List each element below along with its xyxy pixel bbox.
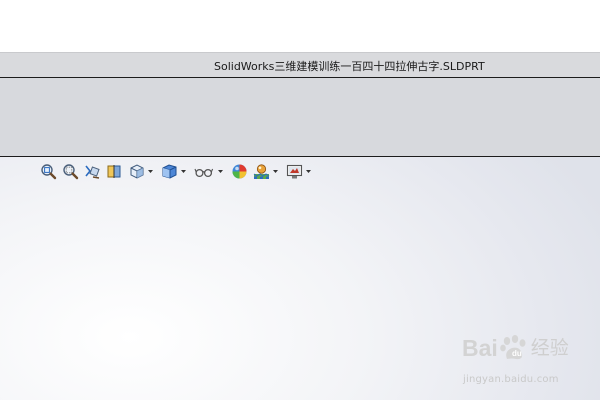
window-title: SolidWorks三维建模训练一百四十四拉伸古字.SLDPRT — [214, 60, 485, 73]
view-orientation-icon — [130, 163, 143, 179]
chevron-down-icon — [273, 169, 278, 173]
watermark-brand-latin: Bai — [462, 335, 498, 361]
section-view-button[interactable] — [105, 162, 123, 180]
scene-icon — [253, 163, 269, 179]
display-style-dropdown[interactable] — [180, 162, 187, 180]
hide-show-items-button[interactable] — [193, 162, 215, 180]
previous-view-icon — [84, 165, 100, 179]
chevron-down-icon — [148, 169, 153, 173]
chevron-down-icon — [218, 169, 223, 173]
title-bar: SolidWorks三维建模训练一百四十四拉伸古字.SLDPRT — [0, 52, 600, 78]
hide-show-glasses-icon — [194, 168, 214, 177]
command-manager-area — [0, 78, 600, 157]
svg-text:du: du — [512, 349, 522, 358]
hide-show-items-dropdown[interactable] — [217, 162, 224, 180]
edit-appearance-button[interactable] — [230, 162, 248, 180]
magnifier-fit-icon — [40, 163, 56, 179]
apply-scene-button[interactable] — [252, 162, 270, 180]
watermark-url: jingyan.baidu.com — [463, 374, 559, 385]
view-orientation-dropdown[interactable] — [147, 162, 154, 180]
baidu-jingyan-watermark: Bai du 经验 jingyan.baidu.com — [462, 334, 592, 390]
chevron-down-icon — [181, 169, 186, 173]
heads-up-view-toolbar — [39, 161, 318, 181]
display-style-button[interactable] — [160, 162, 178, 180]
paw-icon: du — [499, 335, 526, 360]
view-orientation-button[interactable] — [127, 162, 145, 180]
watermark-brand-cn: 经验 — [530, 337, 569, 359]
section-view-icon — [107, 164, 120, 178]
apply-scene-dropdown[interactable] — [272, 162, 279, 180]
magnifier-area-icon — [62, 163, 78, 179]
view-settings-button[interactable] — [285, 162, 303, 180]
zoom-to-area-button[interactable] — [61, 162, 79, 180]
appearance-ball-icon — [232, 164, 246, 178]
zoom-to-fit-button[interactable] — [39, 162, 57, 180]
previous-view-button[interactable] — [83, 162, 101, 180]
view-settings-dropdown[interactable] — [305, 162, 312, 180]
display-style-cube-icon — [162, 163, 176, 179]
chevron-down-icon — [306, 169, 311, 173]
view-settings-monitor-icon — [286, 164, 302, 178]
